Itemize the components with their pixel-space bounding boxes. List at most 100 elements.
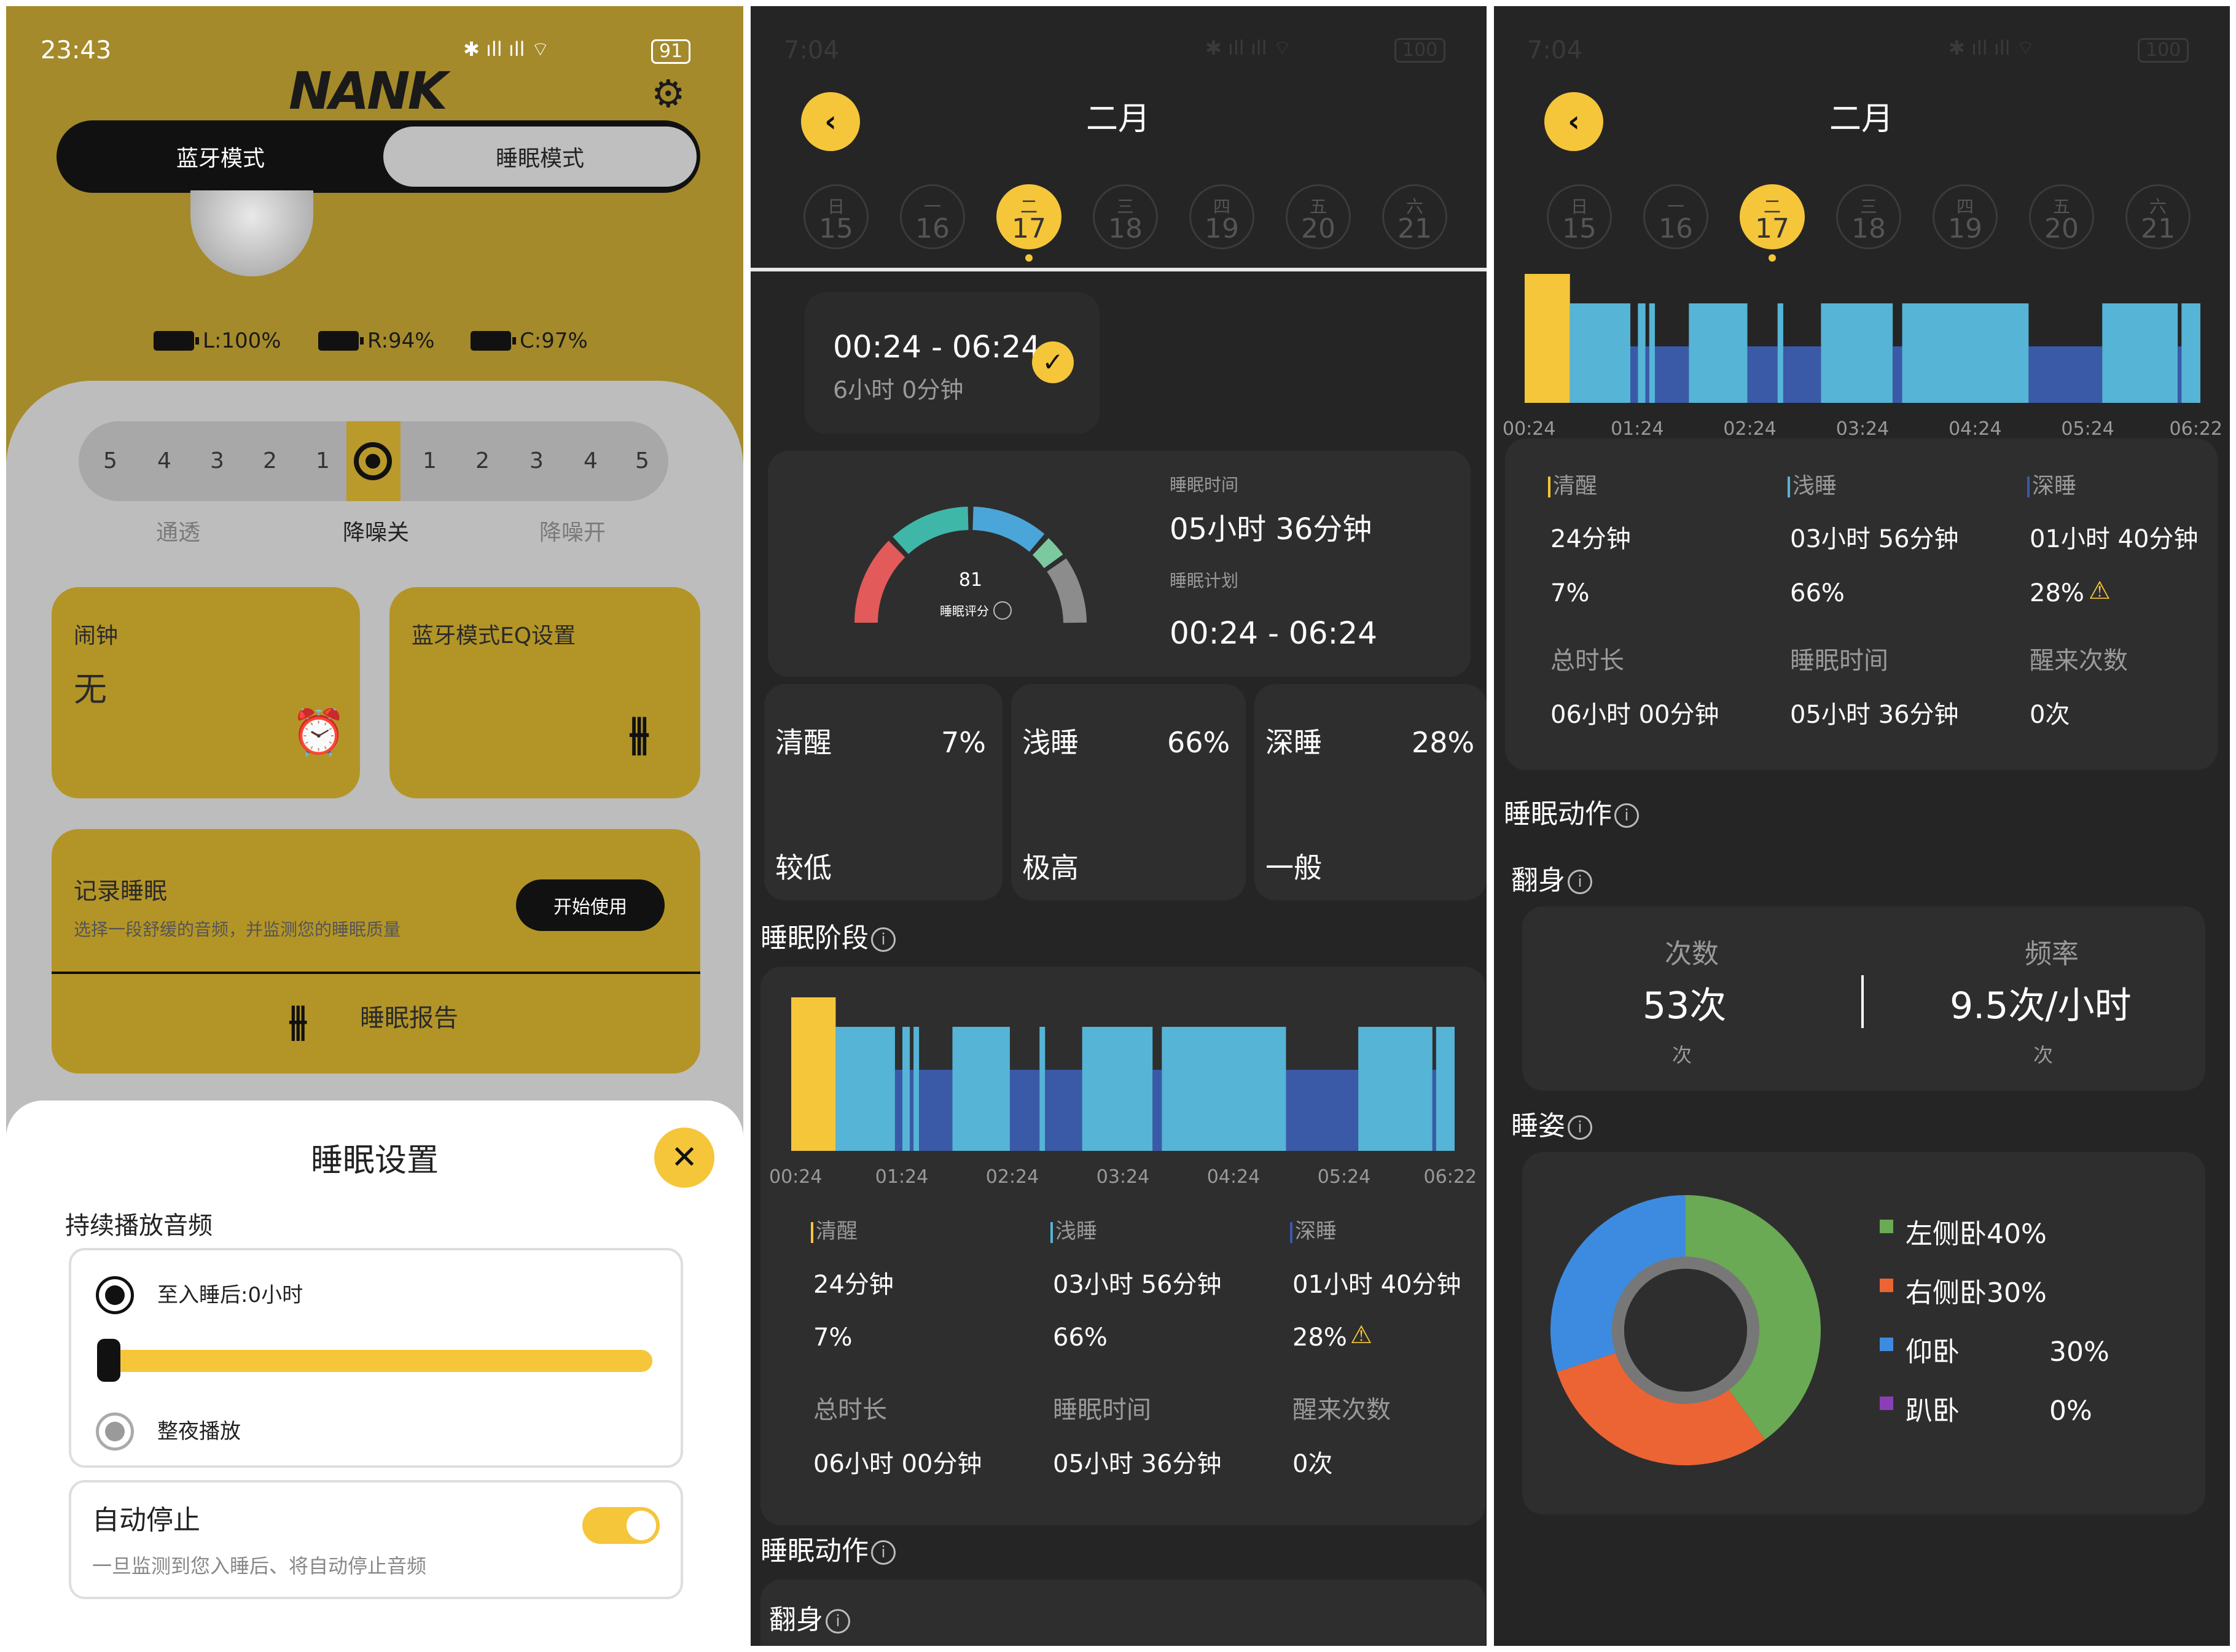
- hours-slider-knob[interactable]: [97, 1339, 120, 1382]
- day-number: 18: [1108, 213, 1143, 244]
- day-4[interactable]: 四 19: [1933, 184, 1998, 249]
- hours-slider-track[interactable]: [100, 1350, 652, 1372]
- info-icon[interactable]: i: [871, 927, 896, 952]
- radio-all-night[interactable]: [96, 1412, 134, 1451]
- settings-gear-icon[interactable]: ⚙: [651, 75, 686, 113]
- x-tick-label: 01:24: [1611, 418, 1663, 440]
- day-number: 21: [2141, 213, 2175, 244]
- plan-label: 睡眠计划: [1170, 571, 1239, 591]
- sleep-report-detail-screen: 7:04 100 ✱ ıll ıll ⌔ ‹ 二月 日 15 一 16 二 17 三 18 四 1…: [1494, 6, 2230, 1646]
- back-button[interactable]: ‹: [1544, 92, 1603, 151]
- session-card[interactable]: 00:24 - 06:24 6小时 0分钟 ✓: [805, 292, 1100, 434]
- month-title: 二月: [1829, 101, 1894, 138]
- legend-deep: 深睡: [1290, 1221, 1337, 1243]
- stage-segment-deep: [1783, 346, 1821, 403]
- x-tick-label: 06:22: [1424, 1166, 1477, 1188]
- motion-section-title: 睡眠动作 i: [760, 1538, 896, 1565]
- auto-stop-toggle[interactable]: [582, 1507, 660, 1544]
- info-icon[interactable]: i: [826, 1609, 850, 1634]
- awake-time: 24分钟: [813, 1271, 894, 1299]
- anc-level[interactable]: 3: [530, 448, 544, 473]
- stage-card-light: 浅睡 66% 极高: [1011, 684, 1246, 900]
- anc-level[interactable]: 2: [263, 448, 277, 473]
- day-5[interactable]: 五 20: [2029, 184, 2094, 249]
- stage-pct: 7%: [941, 726, 986, 759]
- close-button[interactable]: ✕: [654, 1128, 714, 1188]
- anc-level[interactable]: 4: [584, 448, 598, 473]
- stage-segment-awake: [791, 997, 836, 1151]
- day-2[interactable]: 二 17: [996, 184, 1061, 249]
- legend-awake: 清醒: [811, 1221, 858, 1243]
- stage-segment-deep: [894, 1070, 903, 1151]
- screenshot-collage: 23:43 91 ✱ ıll ıll ⌔ NANK ⚙ 蓝牙模式 睡眠模式 L:…: [0, 0, 2236, 1652]
- brand-logo: NANK: [289, 61, 448, 121]
- stage-segment-deep: [1630, 346, 1638, 403]
- day-1[interactable]: 一 16: [1643, 184, 1708, 249]
- posture-card: 左侧卧40% 右侧卧30% 仰卧 30% 趴卧 0%: [1522, 1152, 2205, 1514]
- day-0[interactable]: 日 15: [803, 184, 869, 249]
- anc-label-off: 降噪关: [343, 520, 410, 545]
- legend-light-label: 浅睡: [1792, 473, 1837, 499]
- day-1[interactable]: 一 16: [900, 184, 965, 249]
- anc-selected[interactable]: [346, 421, 401, 501]
- count-label: 次数: [1665, 938, 1719, 970]
- turn-title: 翻身 i: [1511, 867, 1592, 894]
- info-icon[interactable]: i: [1568, 870, 1592, 894]
- anc-level[interactable]: 4: [157, 448, 171, 473]
- stage-segment-light: [913, 1027, 920, 1151]
- stage-detail-card: 00:24 01:24 02:24 03:24 04:24 05:24 06:22 清醒 浅…: [760, 967, 1485, 1525]
- auto-stop-title: 自动停止: [92, 1505, 200, 1536]
- stage-segment-light: [1638, 303, 1646, 403]
- info-icon[interactable]: [993, 601, 1012, 620]
- anc-level[interactable]: 5: [103, 448, 117, 473]
- legend-awake-label: 清醒: [816, 1219, 858, 1244]
- info-icon[interactable]: i: [871, 1540, 896, 1565]
- anc-level[interactable]: 1: [423, 448, 437, 473]
- noise-control-slider[interactable]: 5 4 3 2 1 1 2 3 4 5: [79, 421, 668, 501]
- eq-settings-card[interactable]: 蓝牙模式EQ设置 ⫵: [389, 587, 700, 798]
- info-icon[interactable]: i: [1614, 803, 1639, 828]
- day-3[interactable]: 三 18: [1836, 184, 1901, 249]
- day-4[interactable]: 四 19: [1189, 184, 1254, 249]
- day-number: 19: [1948, 213, 1982, 244]
- donut-hole: [1624, 1269, 1747, 1392]
- stage-segment-deep: [2028, 346, 2103, 403]
- anc-level[interactable]: 2: [475, 448, 490, 473]
- x-tick-label: 03:24: [1096, 1166, 1149, 1188]
- day-5[interactable]: 五 20: [1286, 184, 1351, 249]
- record-title: 记录睡眠: [74, 878, 168, 905]
- status-signal-icon: ✱ ıll ıll ⌔: [1205, 36, 1292, 60]
- radio-until-sleep[interactable]: [96, 1276, 134, 1314]
- stage-segment-light: [835, 1027, 895, 1151]
- legend-pct: 0%: [2049, 1395, 2092, 1427]
- count-unit: 次: [1672, 1043, 1692, 1067]
- stage-segment-deep: [919, 1070, 953, 1151]
- session-range: 00:24 - 06:24: [833, 329, 1041, 365]
- stage-segment-light: [1902, 303, 2029, 403]
- day-number: 20: [2044, 213, 2079, 244]
- anc-level[interactable]: 1: [316, 448, 330, 473]
- day-2[interactable]: 二 17: [1740, 184, 1805, 249]
- earbud-home-screen: 23:43 91 ✱ ıll ıll ⌔ NANK ⚙ 蓝牙模式 睡眠模式 L:…: [6, 6, 743, 1646]
- day-6[interactable]: 六 21: [2125, 184, 2191, 249]
- day-3[interactable]: 三 18: [1093, 184, 1158, 249]
- x-tick-label: 02:24: [986, 1166, 1039, 1188]
- day-6[interactable]: 六 21: [1382, 184, 1447, 249]
- anc-level[interactable]: 3: [210, 448, 224, 473]
- start-button[interactable]: 开始使用: [516, 879, 665, 931]
- stage-segment-deep: [1152, 1070, 1162, 1151]
- x-tick-label: 04:24: [1949, 418, 2001, 440]
- back-button[interactable]: ‹: [801, 92, 860, 151]
- bluetooth-mode-tab[interactable]: 蓝牙模式: [60, 124, 381, 189]
- alarm-card[interactable]: 闹钟 无 ⏰: [52, 587, 360, 798]
- anc-level[interactable]: 5: [635, 448, 649, 473]
- gauge-segment-green: [1032, 538, 1063, 569]
- sleep-report-link[interactable]: 睡眠报告: [360, 1006, 458, 1031]
- status-battery: 100: [2138, 38, 2189, 63]
- day-number: 18: [1851, 213, 1886, 244]
- sleep-mode-tab[interactable]: 睡眠模式: [383, 127, 697, 187]
- info-icon[interactable]: i: [1568, 1115, 1592, 1140]
- day-0[interactable]: 日 15: [1547, 184, 1612, 249]
- plan-value: 00:24 - 06:24: [1170, 615, 1378, 651]
- day-number: 19: [1205, 213, 1239, 244]
